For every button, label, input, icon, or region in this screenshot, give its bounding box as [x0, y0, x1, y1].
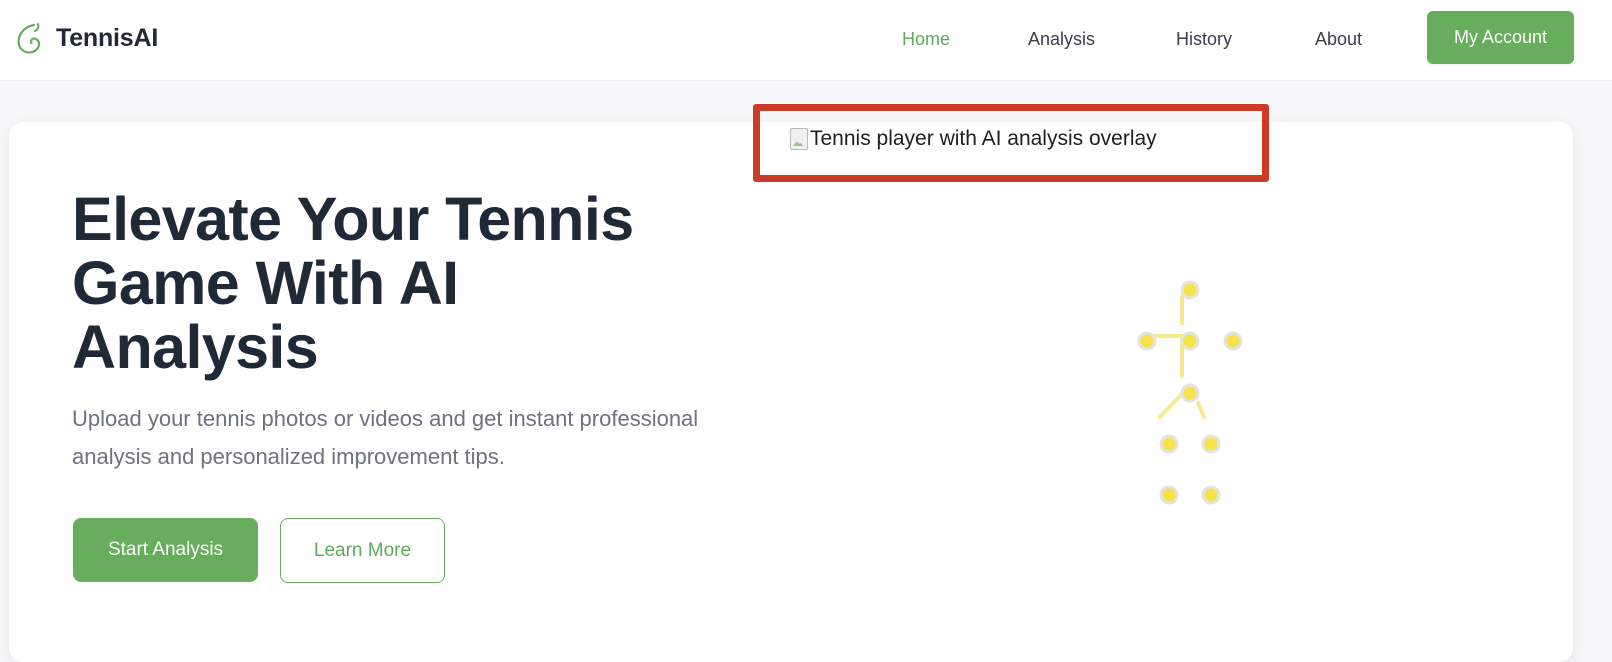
tennis-ball-swirl-icon [17, 23, 41, 54]
hero-title: Elevate Your Tennis Game With AI Analysi… [72, 185, 634, 381]
brand-name: TennisAI [56, 23, 159, 52]
highlight-annotation-box [753, 104, 1269, 182]
nav-about[interactable]: About [1315, 27, 1362, 51]
nav-home[interactable]: Home [902, 27, 950, 51]
top-navbar: TennisAI Home Analysis History About My … [0, 0, 1612, 81]
nav-history[interactable]: History [1176, 27, 1232, 51]
hero-subtitle: Upload your tennis photos or videos and … [72, 406, 699, 469]
start-analysis-button[interactable]: Start Analysis [73, 518, 258, 582]
brand-logo[interactable]: TennisAI [14, 19, 158, 57]
nav-analysis[interactable]: Analysis [1028, 27, 1095, 51]
my-account-button[interactable]: My Account [1427, 11, 1574, 64]
learn-more-button[interactable]: Learn More [280, 518, 445, 583]
